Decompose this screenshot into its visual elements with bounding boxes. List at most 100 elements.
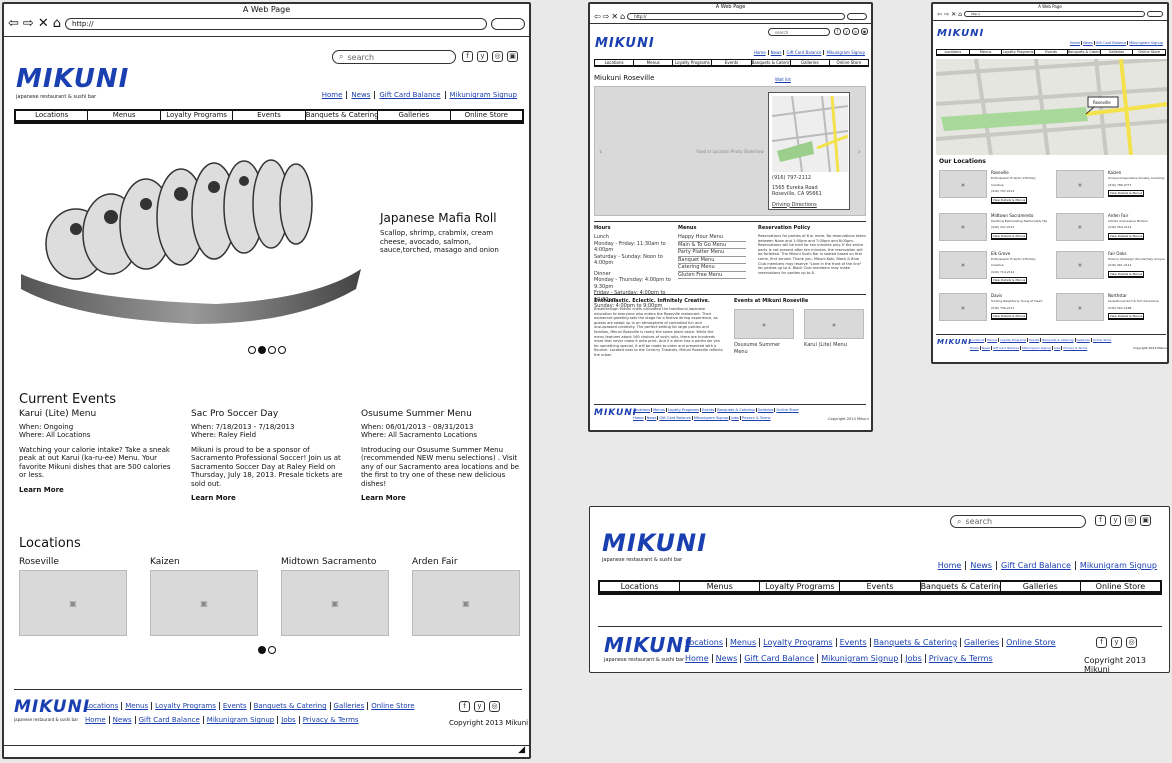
yelp-icon[interactable]: y [1111, 637, 1122, 648]
wait-list-link[interactable]: Wait list [775, 77, 791, 82]
stop-icon[interactable]: ✕ [951, 11, 956, 18]
facebook-icon[interactable]: f [1095, 515, 1106, 526]
browser-search-field[interactable] [491, 18, 525, 30]
location-card[interactable]: Kaizen ▣ [150, 557, 258, 636]
view-details-button[interactable]: View Details & Menus [991, 277, 1027, 283]
instagram-icon[interactable]: ◎ [492, 51, 503, 62]
photo-icon[interactable]: ▣ [1140, 515, 1151, 526]
instagram-icon[interactable]: ◎ [852, 28, 859, 35]
nav-locations[interactable]: Locations [16, 111, 89, 120]
forward-icon[interactable]: ⇨ [944, 11, 949, 18]
instagram-icon[interactable]: ◎ [489, 701, 500, 712]
location-card[interactable]: Arden Fair ▣ [412, 557, 520, 636]
yelp-icon[interactable]: y [477, 51, 488, 62]
back-icon[interactable]: ⇦ [937, 11, 942, 18]
stop-icon[interactable]: ✕ [38, 17, 49, 31]
chevron-right-icon[interactable]: › [858, 147, 861, 156]
footer-logo[interactable]: MIKUNI [937, 338, 972, 346]
view-details-button[interactable]: View Details & Menus [991, 313, 1027, 319]
search-input[interactable]: ⌕ search [950, 515, 1086, 528]
back-icon[interactable]: ⇦ [8, 17, 19, 31]
photo-icon[interactable]: ▣ [861, 28, 868, 35]
view-details-button[interactable]: View Details & Menus [1108, 190, 1144, 196]
location-item[interactable]: ▣ Midtown Sacramento Dazzling Exhilarati… [939, 212, 1048, 241]
search-input[interactable]: ⌕ search [332, 50, 456, 64]
carousel-dot[interactable] [268, 346, 276, 354]
menu-link[interactable]: Main & To Go Menu [678, 242, 746, 249]
browser-search-field[interactable] [1147, 11, 1163, 17]
learn-more-link[interactable]: Learn More [191, 494, 351, 503]
map-thumbnail[interactable] [772, 96, 848, 172]
facebook-icon[interactable]: f [459, 701, 470, 712]
resize-grip-icon[interactable]: ◢ [518, 745, 525, 755]
view-details-button[interactable]: View Details & Menus [991, 196, 1027, 203]
yelp-icon[interactable]: y [474, 701, 485, 712]
top-link-news[interactable]: News [347, 91, 376, 99]
footer-logo[interactable]: MIKUNI japanese restaurant & sushi bar [604, 633, 693, 663]
menu-link[interactable]: Party Platter Menu [678, 249, 746, 257]
learn-more-link[interactable]: Learn More [361, 494, 521, 503]
yelp-icon[interactable]: y [843, 28, 850, 35]
location-item[interactable]: ▣ Davis Smiling Neighborly Young at Hear… [939, 293, 1048, 321]
browser-search-field[interactable] [847, 12, 867, 20]
location-item[interactable]: ▣ Elk Grove Enthusiastic Eclectic Infini… [939, 250, 1048, 283]
logo[interactable]: MIKUNI [937, 28, 984, 39]
nav-galleries[interactable]: Galleries [378, 111, 451, 120]
view-details-button[interactable]: View Details & Menus [1108, 270, 1144, 277]
facebook-icon[interactable]: f [462, 51, 473, 62]
facebook-icon[interactable]: f [1096, 637, 1107, 648]
view-details-button[interactable]: View Details & Menus [1108, 232, 1144, 239]
home-icon[interactable]: ⌂ [620, 12, 625, 21]
menu-link[interactable]: Happy Hour Menu [678, 234, 746, 242]
address-bar[interactable]: http:// [963, 11, 1145, 17]
top-link-gift-card[interactable]: Gift Card Balance [375, 91, 446, 99]
nav-banquets[interactable]: Banquets & Catering [306, 111, 379, 120]
top-link-mikunigram[interactable]: Mikunigram Signup [446, 91, 521, 99]
menu-link[interactable]: Gluten Free Menu [678, 272, 746, 279]
location-item[interactable]: ▣ Northstar Sensational Surf & Turf Adve… [1056, 293, 1165, 321]
view-details-button[interactable]: View Details & Menus [1108, 313, 1144, 319]
chevron-left-icon[interactable]: ‹ [599, 147, 602, 156]
address-bar[interactable]: http:// [64, 18, 487, 30]
carousel-dot-active[interactable] [258, 346, 266, 354]
nav-online-store[interactable]: Online Store [451, 111, 522, 120]
location-card[interactable]: Midtown Sacramento ▣ [281, 557, 389, 636]
menu-link[interactable]: Catering Menu [678, 264, 746, 272]
stop-icon[interactable]: ✕ [611, 12, 618, 21]
learn-more-link[interactable]: Learn More [19, 486, 179, 495]
search-input[interactable]: search [768, 28, 830, 36]
home-icon[interactable]: ⌂ [53, 17, 61, 31]
nav-menus[interactable]: Menus [88, 111, 161, 120]
carousel-dot[interactable] [278, 346, 286, 354]
footer-logo[interactable]: MIKUNI [594, 408, 637, 418]
event-thumb[interactable]: ▣ Karui (Lite) Menu [804, 309, 864, 355]
menu-link[interactable]: Banquet Menu [678, 257, 746, 264]
home-icon[interactable]: ⌂ [958, 11, 962, 18]
nav-loyalty[interactable]: Loyalty Programs [161, 111, 234, 120]
carousel-dot-active[interactable] [258, 646, 266, 654]
forward-icon[interactable]: ⇨ [603, 12, 610, 21]
forward-icon[interactable]: ⇨ [23, 17, 34, 31]
address-bar[interactable]: http:// [627, 12, 845, 20]
location-item[interactable]: ▣ Kaizen Unique Imaginative Visually Arr… [1056, 170, 1165, 203]
footer-logo[interactable]: MIKUNI japanese restaurant & sushi bar [14, 697, 90, 722]
photo-icon[interactable]: ▣ [507, 51, 518, 62]
location-card[interactable]: Roseville ▣ [19, 557, 127, 636]
location-item[interactable]: ▣ Fair Oaks Historic Nostalgic Wonderful… [1056, 250, 1165, 284]
logo[interactable]: MIKUNI [595, 36, 655, 51]
location-item[interactable]: ▣ Roseville Enthusiastic Eclectic Infini… [939, 170, 1048, 203]
locations-map[interactable] [936, 59, 1168, 155]
instagram-icon[interactable]: ◎ [1125, 515, 1136, 526]
event-thumb[interactable]: ▣ Osusume Summer Menu [734, 309, 794, 355]
view-details-button[interactable]: View Details & Menus [991, 232, 1027, 239]
instagram-icon[interactable]: ◎ [1126, 637, 1137, 648]
nav-events[interactable]: Events [233, 111, 306, 120]
yelp-icon[interactable]: y [1110, 515, 1121, 526]
logo[interactable]: MIKUNI japanese restaurant & sushi bar [16, 64, 129, 100]
carousel-dot[interactable] [248, 346, 256, 354]
back-icon[interactable]: ⇦ [594, 12, 601, 21]
location-item[interactable]: ▣ Arden Fair Artistic Impressive Modern … [1056, 212, 1165, 241]
logo[interactable]: MIKUNI japanese restaurant & sushi bar [602, 529, 707, 563]
facebook-icon[interactable]: f [834, 28, 841, 35]
driving-directions-link[interactable]: Driving Directions [772, 202, 846, 209]
